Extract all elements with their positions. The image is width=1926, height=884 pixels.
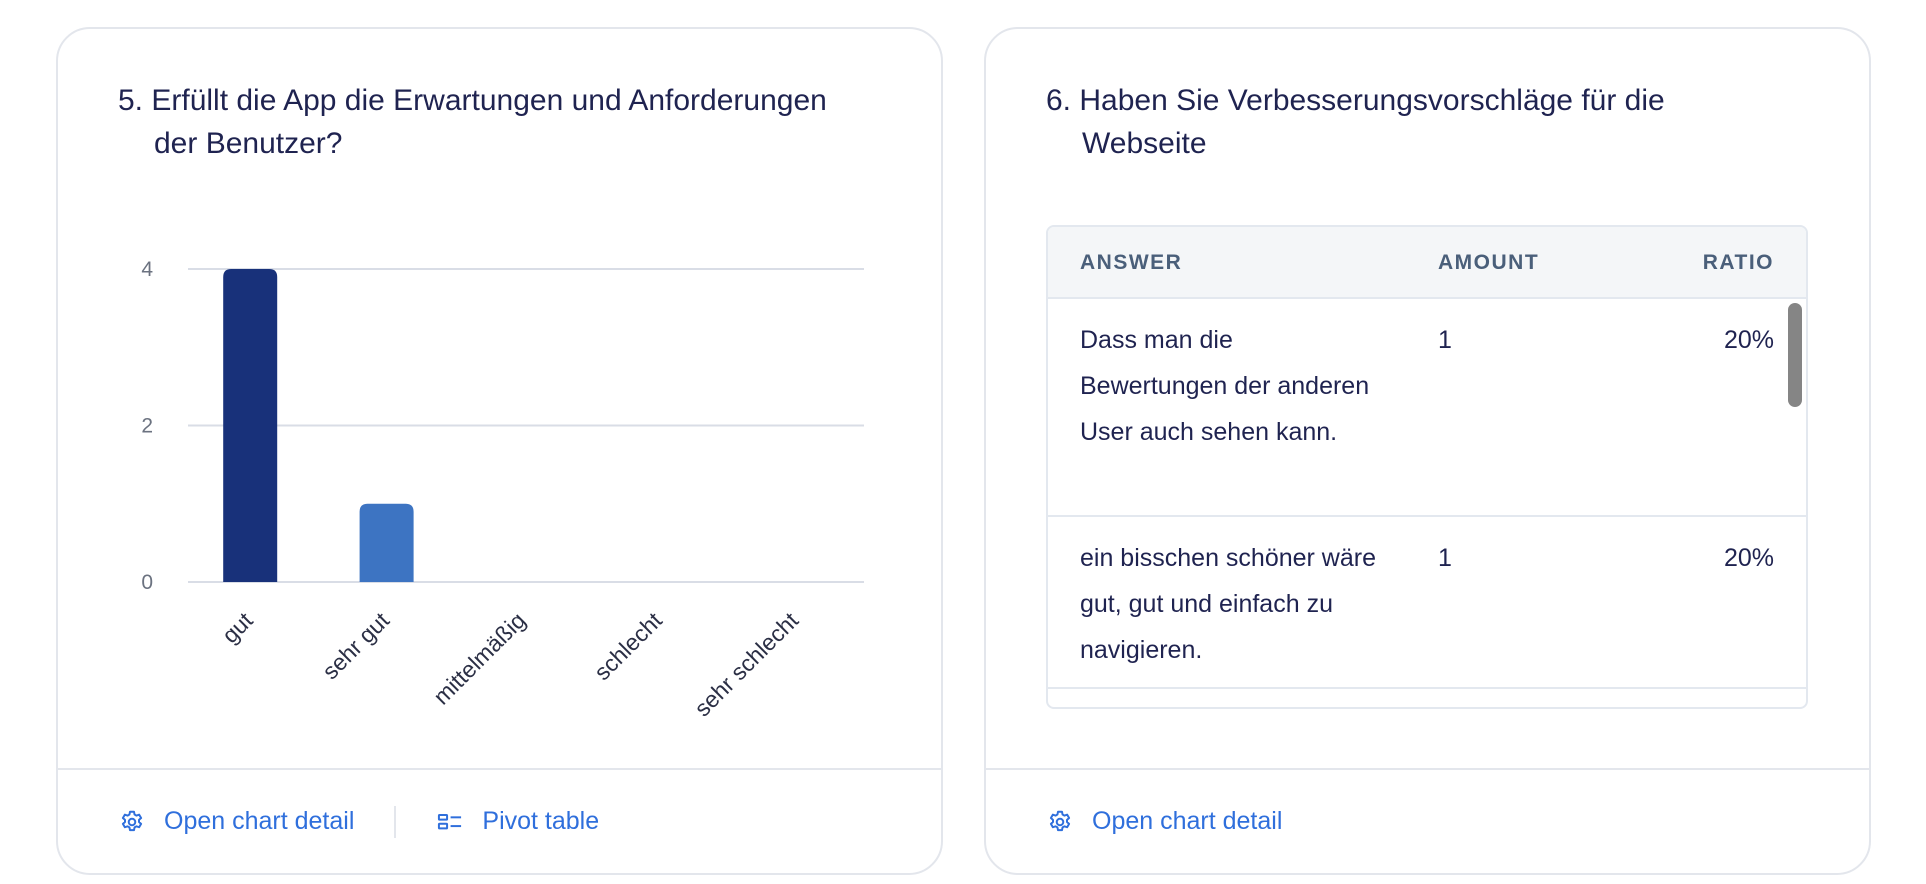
open-chart-detail-link[interactable]: Open chart detail [118, 802, 354, 842]
pivot-table-label: Pivot table [482, 807, 600, 835]
table-row: ein bisschen schöner wäre gut, gut und e… [1048, 517, 1806, 689]
table-scrollbar[interactable] [1788, 303, 1802, 407]
ratio-cell: 20% [1723, 326, 1774, 354]
open-chart-detail-link[interactable]: Open chart detail [1046, 802, 1282, 842]
y-tick-label: 4 [141, 258, 153, 281]
x-category-label: schlecht [589, 607, 667, 685]
open-chart-detail-label: Open chart detail [1092, 807, 1283, 835]
x-category-label: sehr gut [317, 607, 395, 685]
bar[interactable] [359, 503, 414, 582]
bar[interactable] [223, 269, 278, 582]
answer-cell: ein bisschen schöner wäre gut, gut und e… [1080, 544, 1376, 664]
answer-cell: Dass man die Bewertungen der anderen Use… [1080, 326, 1370, 446]
answers-table[interactable]: ANSWER AMOUNT RATIO Dass man die Bewertu… [1046, 225, 1808, 709]
column-header-answer: ANSWER [1080, 251, 1183, 274]
pivot-table-link[interactable]: Pivot table [436, 802, 599, 842]
ratio-cell: 20% [1723, 544, 1774, 572]
amount-cell: 1 [1438, 326, 1452, 354]
y-tick-label: 2 [141, 415, 153, 438]
amount-cell: 1 [1438, 544, 1452, 572]
table-row: Dass man die Bewertungen der anderen Use… [1048, 299, 1806, 517]
x-category-label: sehr schlecht [689, 607, 804, 722]
column-header-amount: AMOUNT [1438, 251, 1540, 274]
pivot-table-icon [436, 808, 464, 836]
open-chart-detail-label: Open chart detail [164, 807, 355, 835]
column-header-ratio: RATIO [1702, 251, 1774, 274]
question-card-5: 5. Erfüllt die App die Erwartungen und A… [56, 27, 943, 875]
x-category-label: mittelmäßig [428, 607, 530, 709]
gear-icon [118, 808, 146, 836]
footer-divider [394, 805, 397, 838]
gear-icon [1046, 808, 1074, 836]
table-header: ANSWER AMOUNT RATIO [1048, 227, 1806, 299]
card-footer: Open chart detail [986, 768, 1869, 873]
y-tick-label: 0 [141, 571, 153, 594]
x-category-label: gut [217, 607, 258, 648]
question-card-6: 6. Haben Sie Verbesserungsvorschläge für… [984, 27, 1871, 875]
card-footer: Open chart detail Pivot table [58, 768, 941, 873]
card-title: 6. Haben Sie Verbesserungsvorschläge für… [1046, 84, 1665, 160]
bar-chart: 0 2 4 gut sehr gut mittelmäßig schlecht sehr sc… [141, 258, 864, 722]
